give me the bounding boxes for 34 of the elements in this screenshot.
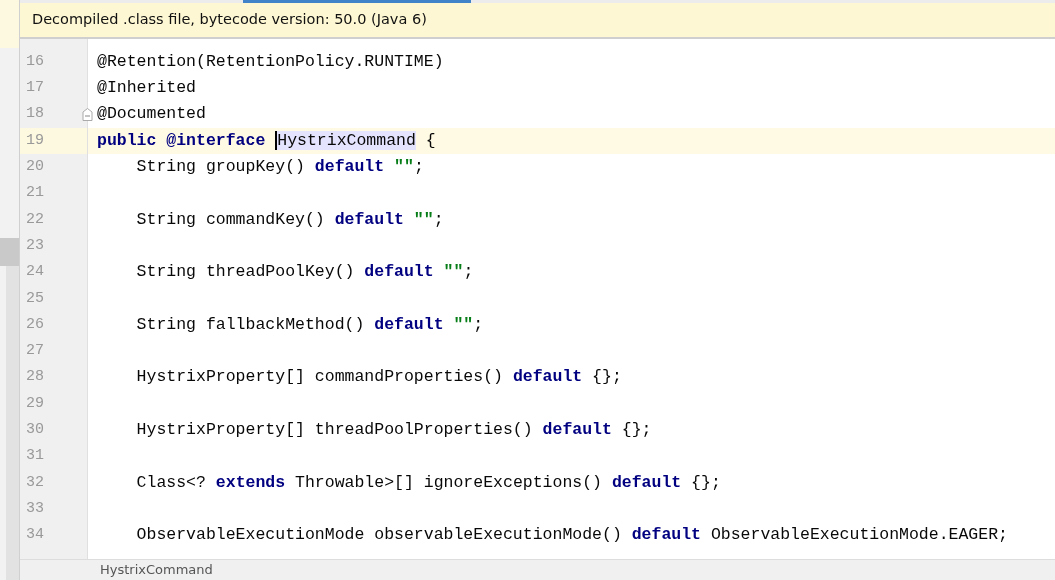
line-number: 18: [20, 101, 87, 128]
line-number: 22: [25, 209, 45, 230]
fold-icon[interactable]: [82, 107, 93, 121]
line-number: 32: [25, 472, 45, 493]
code-line: @Inherited: [96, 77, 197, 100]
code-line: String threadPoolKey() default "";: [135, 261, 474, 284]
line-number: 23: [25, 235, 45, 256]
line-number: 16: [25, 51, 45, 72]
line-number: 27: [25, 341, 45, 362]
line-number: 21: [25, 183, 45, 204]
line-number: 17: [25, 78, 45, 99]
line-number: 26: [25, 314, 45, 335]
line-number: 31: [25, 446, 45, 467]
banner-text: Decompiled .class file, bytecode version: 50.0 (Java 6): [32, 10, 427, 30]
code-line: HystrixProperty[] threadPoolProperties() default {};: [135, 418, 652, 441]
code-line: HystrixProperty[] commandProperties() default {};: [135, 366, 622, 389]
code-line: @Retention(RetentionPolicy.RUNTIME): [96, 50, 444, 73]
line-number: 30: [25, 420, 45, 441]
code-line: ObservableExecutionMode observableExecutionMode() default ObservableExecutionMode.EAGER;: [135, 524, 1008, 547]
line-number: 29: [25, 393, 45, 414]
code-line: public @interface HystrixCommand {: [96, 129, 436, 152]
code-line: String commandKey() default "";: [135, 208, 444, 231]
line-number: 34: [25, 525, 45, 546]
line-number: 20: [25, 157, 45, 178]
line-number: 28: [25, 367, 45, 388]
line-number: 24: [25, 262, 45, 283]
code-line: @Documented: [96, 103, 206, 126]
breadcrumb-item[interactable]: HystrixCommand: [100, 560, 213, 580]
line-number: 33: [25, 498, 45, 519]
code-line: String groupKey() default "";: [135, 155, 424, 178]
code-line: String fallbackMethod() default "";: [135, 313, 484, 336]
line-number: 25: [25, 288, 45, 309]
code-line: Class<? extends Throwable>[] ignoreExceptions() default {};: [135, 471, 721, 494]
line-number: 19: [20, 127, 87, 155]
